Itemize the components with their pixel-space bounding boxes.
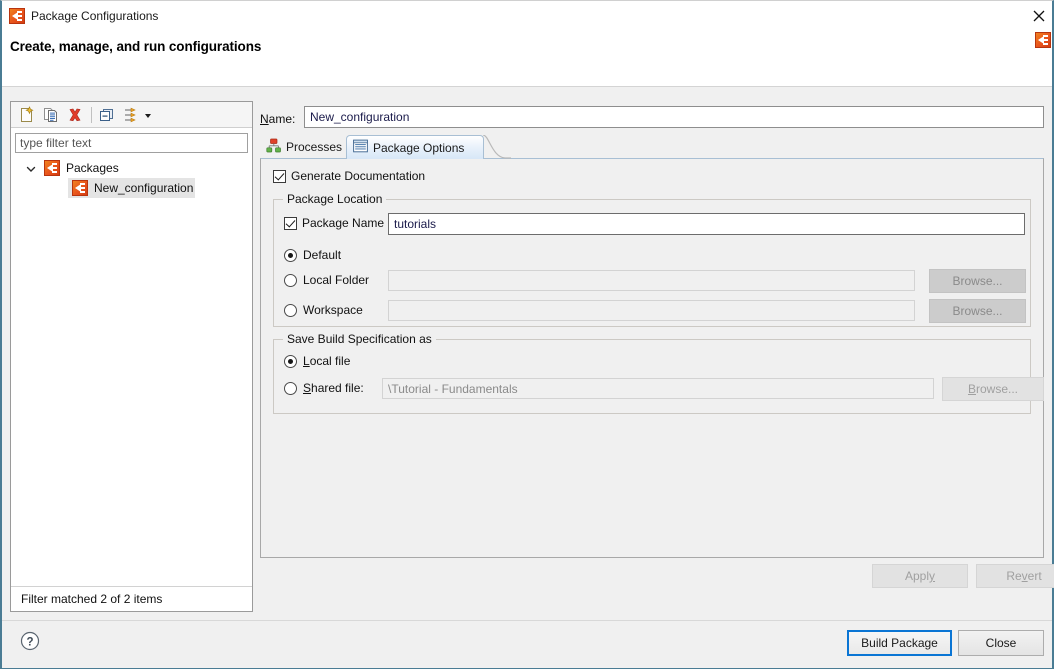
tree-item-label: Packages	[66, 161, 119, 175]
footer-divider	[2, 620, 1052, 621]
tab-processes[interactable]: Processes	[260, 135, 348, 159]
tab-strip-edge	[482, 134, 511, 159]
hierarchy-icon	[266, 138, 281, 156]
radio-dot	[284, 354, 297, 368]
app-icon	[9, 8, 25, 24]
tree-item-new-configuration[interactable]: New_configuration	[12, 178, 251, 198]
package-icon	[44, 160, 60, 176]
radio-dot	[284, 381, 297, 395]
page-title: Create, manage, and run configurations	[10, 39, 262, 54]
filter-status-text: Filter matched 2 of 2 items	[21, 592, 163, 606]
workspace-input[interactable]	[388, 300, 915, 321]
editor-tabs: Processes Package Options	[260, 134, 1044, 159]
save-build-spec-group: Save Build Specification as Local file S…	[273, 332, 1044, 414]
chevron-down-icon[interactable]	[141, 105, 155, 125]
window-title: Package Configurations	[31, 9, 159, 23]
radio-shared-file[interactable]: Shared file:	[284, 381, 364, 395]
radio-label: Default	[303, 248, 342, 262]
filter-status-bar: Filter matched 2 of 2 items	[11, 586, 252, 611]
radio-dot	[284, 248, 297, 262]
configuration-editor: Name: Processes	[260, 101, 1054, 612]
browse-workspace-button[interactable]: Browse...	[929, 299, 1026, 323]
build-package-button[interactable]: Build Package	[847, 630, 952, 656]
package-icon	[72, 180, 88, 196]
svg-text:?: ?	[26, 636, 33, 648]
radio-workspace[interactable]: Workspace	[284, 303, 363, 317]
radio-label: Local file	[303, 354, 351, 368]
checkbox-box	[284, 216, 297, 230]
apply-button[interactable]: Apply	[872, 564, 968, 588]
name-label: Name:	[260, 112, 296, 126]
radio-local-file[interactable]: Local file	[284, 354, 350, 368]
delete-configuration-icon[interactable]	[65, 105, 85, 125]
radio-label: Shared file:	[303, 381, 364, 395]
configuration-name-input[interactable]	[304, 106, 1044, 128]
radio-dot	[284, 273, 297, 287]
package-name-checkbox[interactable]: Package Name	[284, 216, 384, 230]
local-folder-input[interactable]	[388, 270, 915, 291]
package-location-group: Package Location Package Name Default	[273, 192, 1031, 327]
dialog-body: Packages New_configuration Filter matche…	[2, 87, 1054, 668]
tree-item-packages[interactable]: Packages	[12, 158, 251, 178]
package-configurations-dialog: Package Configurations Create, manage, a…	[0, 0, 1054, 669]
title-bar: Package Configurations	[2, 1, 1052, 31]
collapse-all-icon[interactable]	[97, 105, 117, 125]
radio-local-folder[interactable]: Local Folder	[284, 273, 369, 287]
app-icon	[1035, 32, 1051, 48]
close-icon[interactable]	[1028, 6, 1050, 26]
table-icon	[353, 139, 368, 156]
radio-dot	[284, 303, 297, 317]
package-options-pane: Generate Documentation Package Location …	[260, 158, 1044, 558]
chevron-down-icon[interactable]	[26, 163, 36, 173]
configurations-panel: Packages New_configuration Filter matche…	[10, 101, 253, 612]
close-button[interactable]: Close	[958, 630, 1044, 656]
filter-configurations-icon[interactable]	[121, 105, 141, 125]
browse-local-folder-button[interactable]: Browse...	[929, 269, 1026, 293]
checkbox-label: Generate Documentation	[291, 169, 426, 183]
duplicate-configuration-icon[interactable]	[41, 105, 61, 125]
new-configuration-icon[interactable]	[17, 105, 37, 125]
generate-documentation-checkbox[interactable]: Generate Documentation	[273, 169, 425, 183]
checkbox-label: Package Name	[302, 216, 385, 230]
shared-file-input[interactable]	[382, 378, 934, 399]
toolbar-divider	[91, 107, 92, 123]
tree-item-label: New_configuration	[94, 181, 194, 195]
radio-label: Local Folder	[303, 273, 370, 287]
configurations-toolbar	[11, 102, 252, 128]
tab-label: Processes	[286, 140, 343, 154]
package-name-input[interactable]	[388, 213, 1025, 235]
revert-button[interactable]: Revert	[976, 564, 1054, 588]
browse-shared-file-button[interactable]: Browse...	[942, 377, 1044, 401]
radio-default[interactable]: Default	[284, 248, 341, 262]
radio-label: Workspace	[303, 303, 363, 317]
checkbox-box	[273, 169, 286, 183]
tab-label: Package Options	[373, 140, 465, 155]
group-title: Save Build Specification as	[283, 332, 436, 346]
group-title: Package Location	[283, 192, 387, 206]
help-icon[interactable]: ?	[20, 631, 40, 651]
configurations-tree: Packages New_configuration	[12, 158, 251, 583]
tab-package-options[interactable]: Package Options	[346, 135, 484, 159]
search-input[interactable]	[15, 133, 248, 153]
